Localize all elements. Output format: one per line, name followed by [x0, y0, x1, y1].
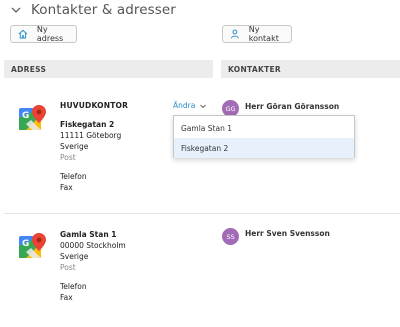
change-address-dropdown[interactable]: Ändra — [173, 101, 207, 110]
address-country: Sverige — [60, 252, 89, 261]
address-postal: 00000 Stockholm — [60, 241, 126, 250]
chevron-down-icon[interactable] — [199, 102, 207, 110]
address-street: Gamla Stan 1 — [60, 230, 117, 239]
new-address-button[interactable]: Ny adress — [10, 25, 77, 43]
new-contact-button[interactable]: Ny kontakt — [222, 25, 292, 43]
dropdown-option[interactable]: Gamla Stan 1 — [174, 118, 354, 138]
address-postal: 11111 Göteborg — [60, 131, 122, 140]
new-address-label: Ny adress — [36, 25, 64, 43]
address-type: Post — [60, 263, 76, 272]
address-country: Sverige — [60, 142, 89, 151]
address-name: HUVUDKONTOR — [60, 101, 129, 110]
home-icon — [18, 29, 28, 39]
avatar: SS — [222, 228, 239, 245]
address-fax-label: Fax — [60, 183, 73, 192]
chevron-down-icon[interactable] — [10, 4, 22, 16]
contact-name[interactable]: Herr Göran Göransson — [245, 102, 339, 111]
address-street: Fiskegatan 2 — [60, 120, 115, 129]
address-details: Fiskegatan 2 11111 Göteborg Sverige Post… — [60, 119, 121, 193]
address-phone-label: Telefon — [60, 282, 87, 291]
address-phone-label: Telefon — [60, 172, 87, 181]
change-label[interactable]: Ändra — [173, 101, 195, 110]
address-fax-label: Fax — [60, 293, 73, 302]
address-column-header: ADRESS — [4, 60, 213, 78]
google-maps-icon[interactable]: G — [18, 104, 48, 134]
new-contact-label: Ny kontakt — [248, 25, 279, 43]
dropdown-option-selected[interactable]: Fiskegatan 2 — [174, 138, 354, 158]
google-maps-icon[interactable]: G — [18, 232, 48, 262]
person-icon — [230, 29, 239, 39]
address-dropdown-menu: Gamla Stan 1 Fiskegatan 2 — [173, 115, 355, 158]
row-divider — [4, 213, 400, 214]
section-header[interactable]: Kontakter & adresser — [10, 0, 176, 20]
section-title: Kontakter & adresser — [31, 2, 176, 18]
address-details: Gamla Stan 1 00000 Stockholm Sverige Pos… — [60, 229, 126, 303]
svg-text:G: G — [22, 239, 29, 249]
contacts-column-header: KONTAKTER — [221, 60, 400, 78]
contact-name[interactable]: Herr Sven Svensson — [245, 229, 330, 238]
address-type: Post — [60, 153, 76, 162]
svg-text:G: G — [22, 111, 29, 121]
